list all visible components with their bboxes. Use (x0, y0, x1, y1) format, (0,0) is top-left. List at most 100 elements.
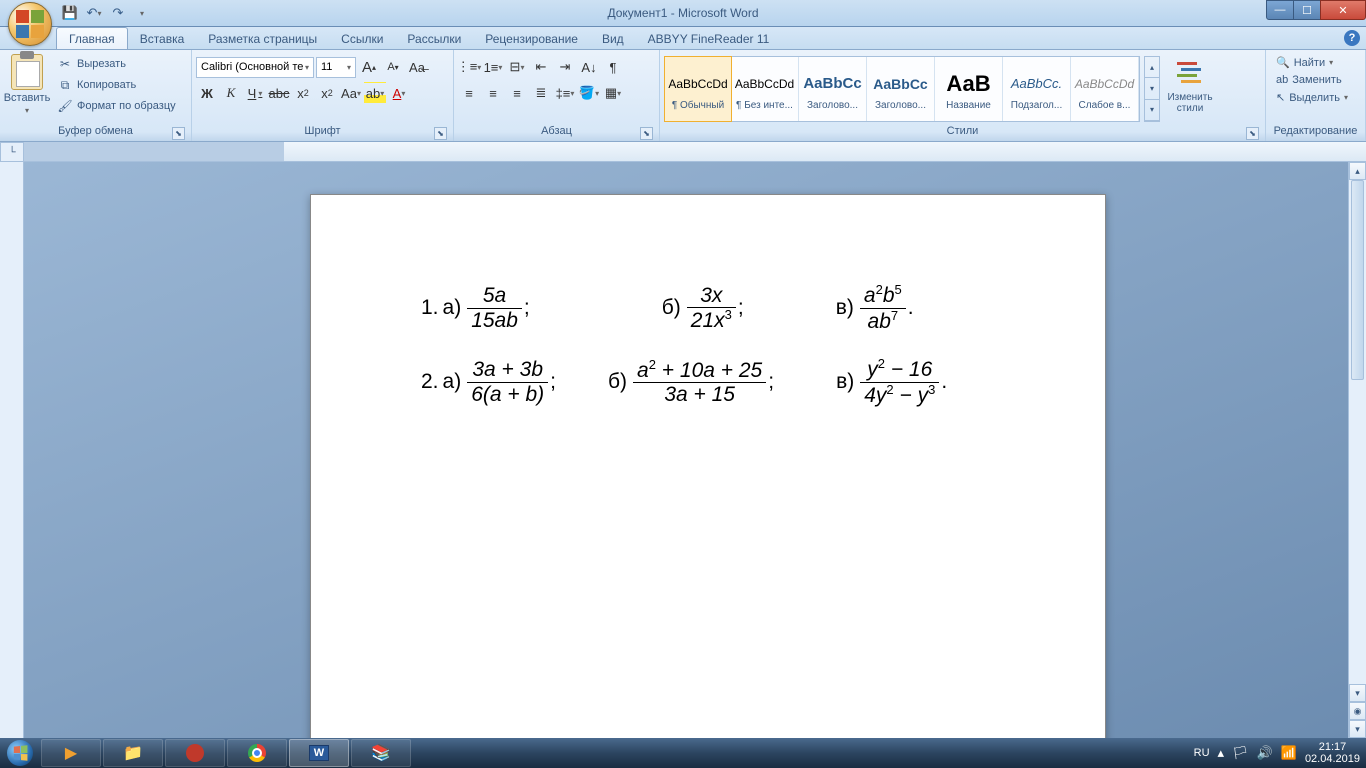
align-left-button[interactable]: ≡ (458, 82, 480, 104)
gallery-down[interactable]: ▾ (1145, 78, 1159, 99)
style-item-2[interactable]: AaBbCcЗаголово... (799, 57, 867, 121)
change-case-button[interactable]: Aa▾ (340, 82, 362, 104)
indent-button[interactable]: ⇥ (554, 56, 576, 78)
align-right-button[interactable]: ≡ (506, 82, 528, 104)
outdent-button[interactable]: ⇤ (530, 56, 552, 78)
help-icon[interactable]: ? (1344, 30, 1360, 46)
font-color-button[interactable]: A▾ (388, 82, 410, 104)
line-spacing-button[interactable]: ‡≡▾ (554, 82, 576, 104)
gallery-up[interactable]: ▴ (1145, 57, 1159, 78)
office-button[interactable] (8, 2, 52, 46)
volume-icon[interactable]: 🔊 (1257, 745, 1273, 761)
style-item-1[interactable]: AaBbCcDd¶ Без инте... (731, 57, 799, 121)
clipboard-launcher[interactable]: ⬊ (172, 127, 185, 140)
align-center-button[interactable]: ≡ (482, 82, 504, 104)
math-content: 1.а) 5a15ab ; б) 3x21x3 ; в) a2b5ab7 (421, 280, 989, 428)
superscript-button[interactable]: x2 (316, 82, 338, 104)
style-item-5[interactable]: AaBbCc.Подзагол... (1003, 57, 1071, 121)
font-size-combo[interactable]: 11▾ (316, 57, 356, 78)
outdent-icon: ⇤ (536, 59, 547, 75)
gallery-more[interactable]: ▾ (1145, 100, 1159, 121)
task-winrar[interactable]: 📚 (351, 739, 411, 767)
tab-abbyy[interactable]: ABBYY FineReader 11 (636, 28, 782, 49)
justify-button[interactable]: ≣ (530, 82, 552, 104)
scroll-down-button[interactable]: ▾ (1349, 684, 1366, 702)
find-button[interactable]: 🔍Найти▾ (1274, 54, 1350, 71)
tab-insert[interactable]: Вставка (128, 28, 197, 49)
style-item-3[interactable]: AaBbCcЗаголово... (867, 57, 935, 121)
numbering-button[interactable]: 1≡▾ (482, 56, 504, 78)
bold-button[interactable]: Ж (196, 82, 218, 104)
minimize-button[interactable]: — (1266, 0, 1294, 20)
maximize-button[interactable]: ☐ (1293, 0, 1321, 20)
task-explorer[interactable]: 📁 (103, 739, 163, 767)
sort-button[interactable]: A↓ (578, 56, 600, 78)
action-center-icon[interactable]: 🏳 (1232, 745, 1249, 761)
cut-button[interactable]: ✂Вырезать (54, 54, 179, 74)
vertical-scrollbar[interactable]: ▴ ▾ ◉ ▾ (1348, 162, 1366, 738)
underline-button[interactable]: Ч▾ (244, 82, 266, 104)
multilevel-button[interactable]: ⊟▾ (506, 56, 528, 78)
language-indicator[interactable]: RU (1194, 747, 1210, 759)
document-viewport[interactable]: 1.а) 5a15ab ; б) 3x21x3 ; в) a2b5ab7 (24, 162, 1366, 738)
select-button[interactable]: ↖Выделить▾ (1274, 89, 1350, 106)
copy-button[interactable]: ⧉Копировать (54, 75, 179, 95)
tab-view[interactable]: Вид (590, 28, 636, 49)
scroll-up-button[interactable]: ▴ (1349, 162, 1366, 180)
task-media-player[interactable]: ▶ (41, 739, 101, 767)
tray-expand-icon[interactable]: ▴ (1218, 745, 1225, 761)
show-marks-button[interactable]: ¶ (602, 56, 624, 78)
tab-page-layout[interactable]: Разметка страницы (196, 28, 329, 49)
change-styles-button[interactable]: Изменить стили (1164, 56, 1216, 116)
prev-page-button[interactable]: ◉ (1349, 702, 1366, 720)
group-styles: AaBbCcDd¶ ОбычныйAaBbCcDd¶ Без инте...Aa… (660, 50, 1266, 141)
styles-launcher[interactable]: ⬊ (1246, 127, 1259, 140)
tab-home[interactable]: Главная (56, 27, 128, 49)
task-word[interactable]: W (289, 739, 349, 767)
style-item-0[interactable]: AaBbCcDd¶ Обычный (664, 56, 732, 122)
subscript-button[interactable]: x2 (292, 82, 314, 104)
horizontal-ruler[interactable] (24, 142, 1366, 162)
vertical-ruler[interactable] (0, 162, 24, 738)
replace-button[interactable]: abЗаменить (1274, 72, 1350, 88)
indent-icon: ⇥ (560, 59, 571, 75)
qat-redo[interactable]: ↷ (108, 3, 128, 23)
italic-button[interactable]: К (220, 82, 242, 104)
tab-mailings[interactable]: Рассылки (395, 28, 473, 49)
grow-font-button[interactable]: A▴ (358, 56, 380, 78)
style-item-4[interactable]: АаВНазвание (935, 57, 1003, 121)
task-opera[interactable] (165, 739, 225, 767)
bullets-button[interactable]: ⋮≡▾ (458, 56, 480, 78)
tab-review[interactable]: Рецензирование (473, 28, 590, 49)
start-button[interactable] (0, 738, 40, 768)
highlight-button[interactable]: ab▾ (364, 82, 386, 104)
next-page-button[interactable]: ▾ (1349, 720, 1366, 738)
font-name-combo[interactable]: Calibri (Основной те▾ (196, 57, 314, 78)
qat-save[interactable]: 💾 (60, 3, 80, 23)
page[interactable]: 1.а) 5a15ab ; б) 3x21x3 ; в) a2b5ab7 (310, 194, 1106, 738)
shrink-font-button[interactable]: A▾ (382, 56, 404, 78)
strike-button[interactable]: abc (268, 82, 290, 104)
tab-references[interactable]: Ссылки (329, 28, 395, 49)
numbering-icon: 1≡ (484, 60, 499, 75)
scroll-thumb[interactable] (1351, 180, 1364, 380)
find-icon: 🔍 (1276, 56, 1290, 69)
group-paragraph: ⋮≡▾ 1≡▾ ⊟▾ ⇤ ⇥ A↓ ¶ ≡ ≡ ≡ ≣ ‡≡▾ 🪣▾ ▦▾ Аб… (454, 50, 660, 141)
network-icon[interactable]: 📶 (1281, 745, 1297, 761)
copy-icon: ⧉ (57, 77, 73, 93)
qat-undo[interactable]: ↶▾ (84, 3, 104, 23)
ruler-corner[interactable]: └ (0, 142, 24, 162)
shading-button[interactable]: 🪣▾ (578, 82, 600, 104)
format-painter-button[interactable]: 🖌Формат по образцу (54, 96, 179, 116)
paragraph-launcher[interactable]: ⬊ (640, 127, 653, 140)
borders-button[interactable]: ▦▾ (602, 82, 624, 104)
paste-button[interactable]: Вставить ▾ (4, 52, 50, 115)
clock[interactable]: 21:17 02.04.2019 (1305, 741, 1360, 765)
close-button[interactable]: ✕ (1320, 0, 1366, 20)
font-launcher[interactable]: ⬊ (434, 127, 447, 140)
folder-icon: 📁 (123, 743, 143, 763)
style-item-6[interactable]: AaBbCcDdСлабое в... (1071, 57, 1139, 121)
qat-customize[interactable]: ▾ (132, 3, 152, 23)
clear-format-button[interactable]: Aa̶ (406, 56, 428, 78)
task-chrome[interactable] (227, 739, 287, 767)
